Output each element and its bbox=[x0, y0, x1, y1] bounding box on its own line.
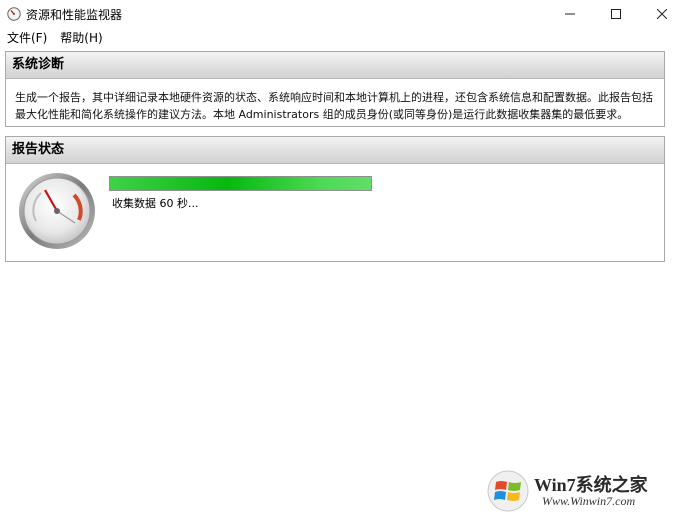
progress-bar bbox=[109, 176, 372, 191]
gauge-icon bbox=[19, 173, 95, 249]
minimize-icon bbox=[565, 13, 575, 15]
minimize-button[interactable] bbox=[547, 0, 593, 28]
report-status-header[interactable]: 报告状态 bbox=[6, 137, 664, 164]
system-diagnosis-panel: 系统诊断 生成一个报告，其中详细记录本地硬件资源的状态、系统响应时间和本地计算机… bbox=[5, 51, 665, 127]
report-status-panel: 报告状态 收集数据 60 秒... bbox=[5, 136, 665, 262]
close-button[interactable] bbox=[639, 0, 685, 28]
maximize-button[interactable] bbox=[593, 0, 639, 28]
system-diagnosis-description: 生成一个报告，其中详细记录本地硬件资源的状态、系统响应时间和本地计算机上的进程，… bbox=[15, 91, 653, 121]
windows-logo-icon bbox=[487, 470, 529, 512]
perfmon-app-icon bbox=[7, 7, 21, 21]
menu-help[interactable]: 帮助(H) bbox=[54, 29, 108, 46]
maximize-icon bbox=[611, 9, 621, 19]
window-title: 资源和性能监视器 bbox=[26, 7, 123, 22]
menu-bar: 文件(F) 帮助(H) bbox=[0, 28, 685, 46]
menu-file[interactable]: 文件(F) bbox=[1, 29, 53, 46]
window-controls bbox=[547, 0, 685, 28]
watermark-url: Www.Winwin7.com bbox=[542, 494, 636, 508]
close-icon bbox=[657, 9, 667, 19]
progress-bar-fill bbox=[110, 177, 371, 190]
watermark: Win7系统之家 Www.Winwin7.com bbox=[486, 470, 681, 512]
system-diagnosis-header[interactable]: 系统诊断 bbox=[6, 52, 664, 79]
progress-status-text: 收集数据 60 秒... bbox=[112, 197, 199, 210]
title-bar[interactable]: 资源和性能监视器 bbox=[0, 0, 685, 28]
